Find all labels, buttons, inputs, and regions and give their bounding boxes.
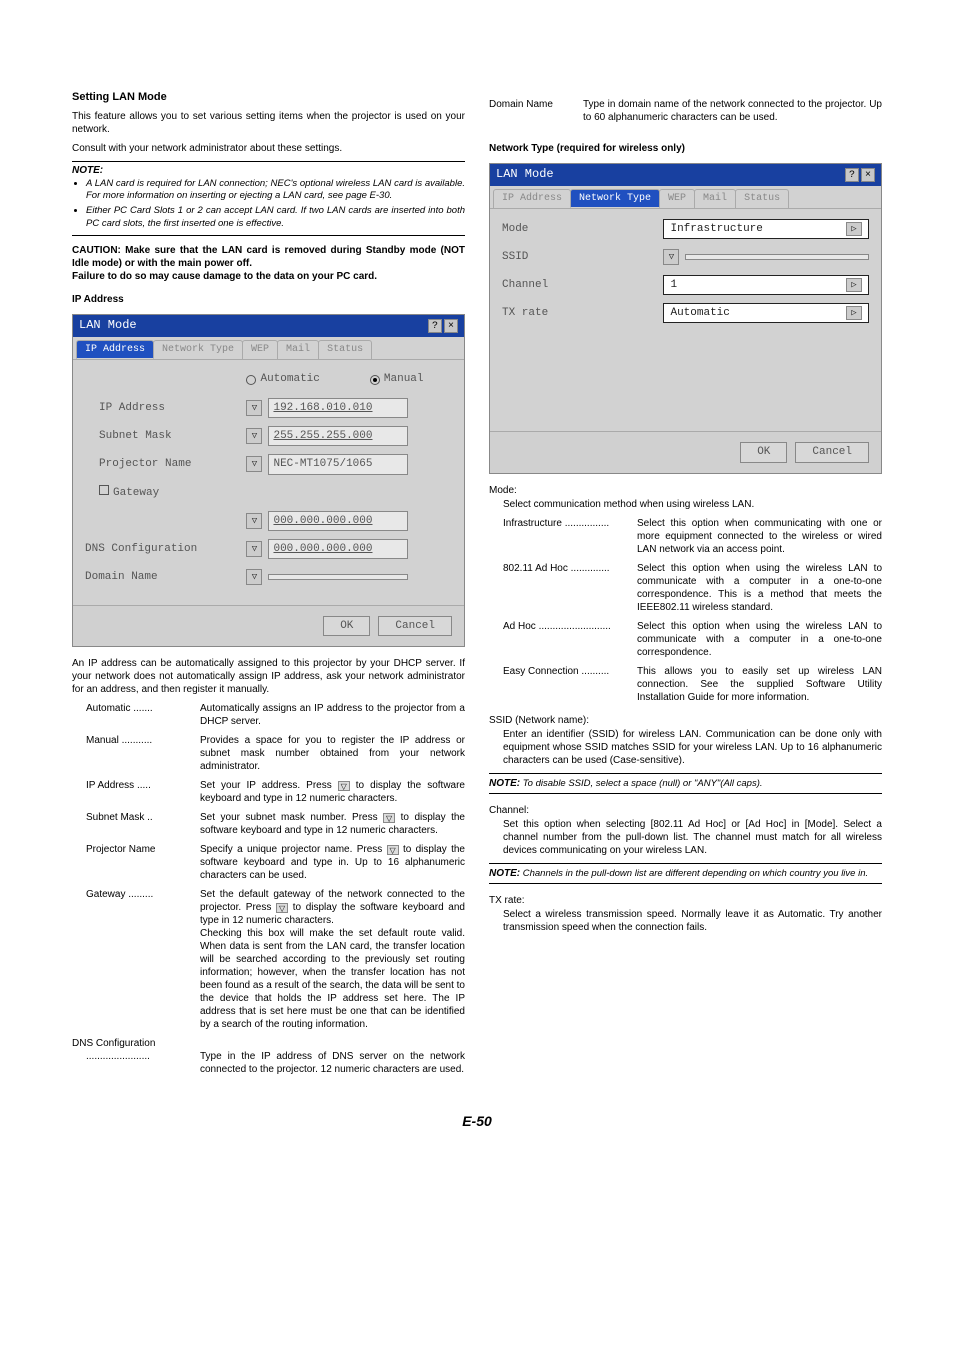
gateway-checkbox[interactable]: Gateway [85,485,246,500]
def-domain-name: Domain Name Type in domain name of the n… [489,98,882,124]
keyboard-icon: ▽ [276,903,288,913]
lan-mode-dialog-network-type: LAN Mode ? × IP Address Network Type WEP… [489,163,882,474]
tab-network-type[interactable]: Network Type [570,189,660,208]
def-ip-address: IP Address ..... Set your IP address. Pr… [86,779,465,805]
chevron-right-icon: ▷ [846,222,862,236]
tx-rate-label: TX rate [502,306,663,320]
channel-label: Channel [502,278,663,292]
note-item-1: A LAN card is required for LAN connectio… [86,178,465,203]
subnet-mask-label: Subnet Mask [85,429,246,443]
mode-header: Mode: [489,484,882,497]
def-automatic: Automatic ....... Automatically assigns … [86,702,465,728]
heading-setting-lan: Setting LAN Mode [72,90,465,104]
domain-name-field[interactable] [268,574,408,580]
ssid-header: SSID (Network name): [489,714,882,727]
dns-config-label: DNS Configuration [85,542,246,556]
tab-wep[interactable]: WEP [659,189,695,208]
channel-dropdown[interactable]: 1▷ [663,275,869,295]
page-number: E-50 [72,1112,882,1130]
keyboard-icon[interactable]: ▽ [246,569,262,585]
def-subnet-mask: Subnet Mask .. Set your subnet mask numb… [86,811,465,837]
ssid-note: NOTE: To disable SSID, select a space (n… [489,773,882,794]
tab-ip-address[interactable]: IP Address [493,189,571,208]
note-item-2: Either PC Card Slots 1 or 2 can accept L… [86,205,465,230]
projector-name-label: Projector Name [85,457,246,471]
tx-rate-dropdown[interactable]: Automatic▷ [663,303,869,323]
close-icon[interactable]: × [444,319,458,333]
ip-explain-para: An IP address can be automatically assig… [72,657,465,696]
help-icon[interactable]: ? [845,168,859,182]
chevron-right-icon: ▷ [846,306,862,320]
def-adhoc: Ad Hoc .......................... Select… [503,620,882,659]
keyboard-icon[interactable]: ▽ [246,541,262,557]
def-gateway: Gateway ......... Set the default gatewa… [86,888,465,1031]
def-manual: Manual ........... Provides a space for … [86,734,465,773]
channel-header: Channel: [489,804,882,817]
dialog-titlebar: LAN Mode ? × [490,164,881,186]
dialog-tabs: IP Address Network Type WEP Mail Status [490,186,881,209]
def-80211-adhoc: 802.11 Ad Hoc .............. Select this… [503,562,882,614]
keyboard-icon: ▽ [387,845,399,855]
note-box: NOTE: A LAN card is required for LAN con… [72,161,465,236]
def-easy-connection: Easy Connection .......... This allows y… [503,665,882,704]
tab-wep[interactable]: WEP [242,340,278,359]
ip-address-heading: IP Address [72,293,465,306]
tx-rate-header: TX rate: [489,894,882,907]
def-infrastructure: Infrastructure ................ Select t… [503,517,882,556]
channel-note: NOTE: Channels in the pull-down list are… [489,863,882,884]
ssid-field[interactable] [685,254,869,260]
def-dns-config: ....................... Type in the IP a… [72,1050,465,1076]
gateway-field[interactable]: 000.000.000.000 [268,511,408,531]
ssid-label: SSID [502,250,663,264]
close-icon[interactable]: × [861,168,875,182]
keyboard-icon[interactable]: ▽ [246,428,262,444]
keyboard-icon[interactable]: ▽ [663,249,679,265]
cancel-button[interactable]: Cancel [378,616,452,636]
ip-address-field[interactable]: 192.168.010.010 [268,398,408,418]
keyboard-icon[interactable]: ▽ [246,456,262,472]
lan-mode-dialog-ip: LAN Mode ? × IP Address Network Type WEP… [72,314,465,647]
radio-automatic[interactable]: Automatic [246,372,319,386]
tab-ip-address[interactable]: IP Address [76,340,154,359]
note-label: NOTE: [72,165,103,176]
dialog-titlebar: LAN Mode ? × [73,315,464,337]
intro-para-2: Consult with your network administrator … [72,142,465,155]
mode-label: Mode [502,222,663,236]
dialog-title: LAN Mode [79,318,137,334]
radio-manual[interactable]: Manual [370,372,424,386]
domain-name-label: Domain Name [85,570,246,584]
intro-para-1: This feature allows you to set various s… [72,110,465,136]
tab-mail[interactable]: Mail [277,340,319,359]
help-icon[interactable]: ? [428,319,442,333]
ssid-para: Enter an identifier (SSID) for wireless … [489,728,882,767]
tx-rate-para: Select a wireless transmission speed. No… [489,908,882,934]
mode-para: Select communication method when using w… [489,498,882,511]
tab-mail[interactable]: Mail [694,189,736,208]
keyboard-icon[interactable]: ▽ [246,513,262,529]
cancel-button[interactable]: Cancel [795,442,869,462]
dialog-tabs: IP Address Network Type WEP Mail Status [73,337,464,360]
tab-network-type[interactable]: Network Type [153,340,243,359]
tab-status[interactable]: Status [318,340,372,359]
def-dns-config-label: DNS Configuration [72,1037,465,1050]
ok-button[interactable]: OK [740,442,787,462]
def-projector-name: Projector Name Specify a unique projecto… [86,843,465,882]
projector-name-field[interactable]: NEC-MT1075/1065 [268,454,408,474]
keyboard-icon: ▽ [383,813,395,823]
caution-text: CAUTION: Make sure that the LAN card is … [72,244,465,283]
dns-config-field[interactable]: 000.000.000.000 [268,539,408,559]
mode-dropdown[interactable]: Infrastructure▷ [663,219,869,239]
channel-para: Set this option when selecting [802.11 A… [489,818,882,857]
keyboard-icon: ▽ [338,781,350,791]
chevron-right-icon: ▷ [846,278,862,292]
network-type-heading: Network Type (required for wireless only… [489,142,882,155]
dialog-title: LAN Mode [496,167,554,183]
ok-button[interactable]: OK [323,616,370,636]
subnet-mask-field[interactable]: 255.255.255.000 [268,426,408,446]
keyboard-icon[interactable]: ▽ [246,400,262,416]
ip-address-label: IP Address [85,401,246,415]
tab-status[interactable]: Status [735,189,789,208]
